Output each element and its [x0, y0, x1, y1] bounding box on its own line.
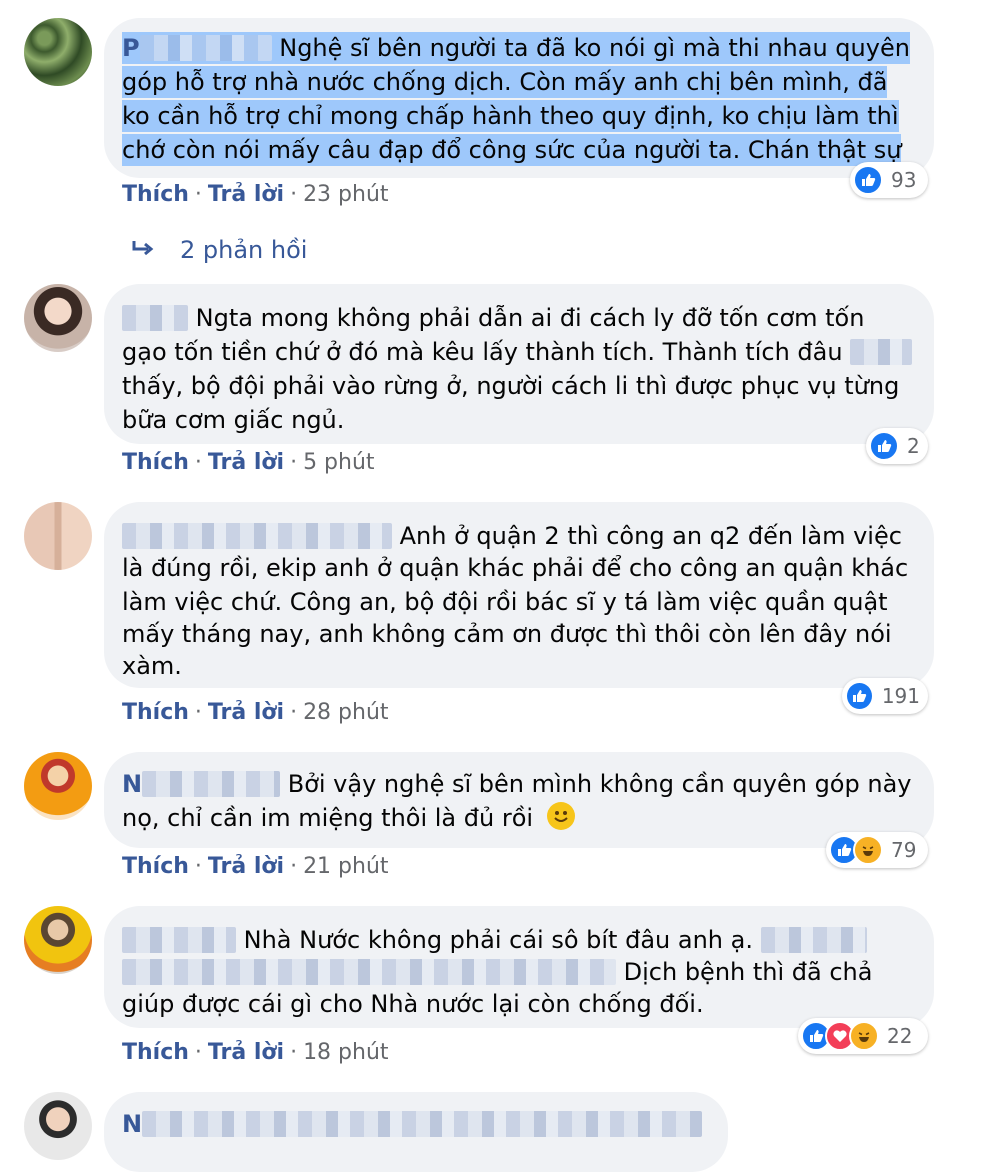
like-link[interactable]: Thích — [122, 854, 189, 879]
commenter-name[interactable]: N — [122, 1110, 142, 1138]
reaction-count: 191 — [881, 684, 920, 708]
comment-time[interactable]: 18 phút — [303, 1040, 388, 1065]
comment-text-line: gạo tốn tiền chứ ở đó mà kêu lấy thành t… — [122, 336, 913, 368]
comment-text-line: Ngta mong không phải dẫn ai đi cách ly đ… — [122, 302, 864, 334]
comment-text-line: Nhà Nước không phải cái sô bít đâu anh ạ… — [122, 924, 867, 956]
reaction-summary[interactable]: 79 — [826, 832, 928, 868]
comment-text-line: N Bởi vậy nghệ sĩ bên mình không cần quy… — [122, 770, 912, 798]
avatar[interactable] — [24, 284, 92, 352]
avatar[interactable] — [24, 502, 92, 570]
commenter-name[interactable]: P — [122, 34, 140, 62]
replies-count-label[interactable]: 2 phản hồi — [180, 236, 307, 264]
like-link[interactable]: Thích — [122, 700, 189, 725]
blurred-text — [142, 1111, 703, 1137]
blurred-word — [850, 339, 913, 365]
like-reaction-icon — [845, 681, 874, 711]
comment-actions: Thích · Trả lời · 28 phút — [122, 700, 389, 725]
reply-link[interactable]: Trả lời — [208, 854, 284, 879]
comment-text-line: giúp được cái gì cho Nhà nước lại còn ch… — [122, 990, 704, 1018]
comment-text-line: chớ còn nói mấy câu đạp đổ công sức của … — [122, 134, 902, 166]
comment-text-line: mấy tháng nay, anh không cảm ơn được thì… — [122, 620, 892, 648]
reaction-count: 79 — [891, 838, 917, 862]
comment-text-line: là đúng rồi, ekip anh ở quận khác phải đ… — [122, 554, 909, 582]
avatar[interactable] — [24, 18, 92, 86]
comment-actions: Thích · Trả lời · 5 phút — [122, 450, 375, 475]
like-link[interactable]: Thích — [122, 450, 189, 475]
blurred-text — [122, 959, 616, 985]
comment-text-line: P Nghệ sĩ bên người ta đã ko nói gì mà t… — [122, 32, 910, 64]
comment-text-line: làm việc chứ. Công an, bộ đội rồi bác sĩ… — [122, 588, 888, 616]
reply-link[interactable]: Trả lời — [208, 450, 284, 475]
haha-reaction-icon — [853, 835, 883, 865]
reaction-summary[interactable]: 22 — [798, 1018, 928, 1054]
reaction-summary[interactable]: 93 — [850, 162, 928, 198]
comment-time[interactable]: 5 phút — [303, 450, 374, 475]
like-link[interactable]: Thích — [122, 1040, 189, 1065]
commenter-name[interactable]: N — [122, 770, 142, 798]
comment-bubble: Anh ở quận 2 thì công an q2 đến làm việc… — [104, 502, 934, 688]
comment-text-line: ko cần hỗ trợ chỉ mong chấp hành theo qu… — [122, 100, 899, 132]
smile-emoji-icon — [546, 802, 575, 830]
comment-time[interactable]: 23 phút — [303, 182, 388, 207]
comment-bubble: Ngta mong không phải dẫn ai đi cách ly đ… — [104, 284, 934, 444]
comment-text-line: Anh ở quận 2 thì công an q2 đến làm việc — [122, 520, 902, 552]
reply-arrow-icon — [132, 241, 154, 256]
blurred-name — [122, 305, 188, 331]
comment-bubble: Nhà Nước không phải cái sô bít đâu anh ạ… — [104, 906, 934, 1028]
haha-reaction-icon — [849, 1021, 879, 1051]
like-reaction-icon — [853, 165, 883, 195]
comment-bubble: N Bởi vậy nghệ sĩ bên mình không cần quy… — [104, 752, 934, 848]
reaction-count: 93 — [891, 168, 917, 192]
comment-time[interactable]: 21 phút — [303, 854, 388, 879]
avatar[interactable] — [24, 752, 92, 820]
reaction-count: 2 — [907, 434, 920, 458]
comment-actions: Thích · Trả lời · 18 phút — [122, 1040, 389, 1065]
comment-time[interactable]: 28 phút — [303, 700, 388, 725]
reaction-summary[interactable]: 191 — [842, 678, 928, 714]
blurred-name — [142, 771, 281, 797]
reaction-summary[interactable]: 2 — [866, 428, 928, 464]
avatar[interactable] — [24, 1092, 92, 1160]
comment-text-line: thấy, bộ đội phải vào rừng ở, người cách… — [122, 372, 900, 400]
avatar[interactable] — [24, 906, 92, 974]
blurred-name — [122, 523, 392, 549]
comment-text-line: xàm. — [122, 652, 182, 680]
comment-bubble: N — [104, 1092, 728, 1172]
comment-text-line: N — [122, 1108, 703, 1140]
comment-text-line: bữa cơm giấc ngủ. — [122, 406, 345, 434]
reply-link[interactable]: Trả lời — [208, 1040, 284, 1065]
reply-link[interactable]: Trả lời — [208, 182, 284, 207]
reply-link[interactable]: Trả lời — [208, 700, 284, 725]
reaction-count: 22 — [887, 1024, 913, 1048]
comment-actions: Thích · Trả lời · 23 phút — [122, 182, 389, 207]
comment-bubble: P Nghệ sĩ bên người ta đã ko nói gì mà t… — [104, 18, 934, 178]
like-link[interactable]: Thích — [122, 182, 189, 207]
like-reaction-icon — [869, 431, 899, 461]
comment-actions: Thích · Trả lời · 21 phút — [122, 854, 389, 879]
blurred-name — [139, 35, 272, 61]
comment-text-line: góp hỗ trợ nhà nước chống dịch. Còn mấy … — [122, 66, 888, 98]
comment-text-line: Dịch bệnh thì đã chả — [122, 956, 872, 988]
comment-text-line: nọ, chỉ cần im miệng thôi là đủ rồi — [122, 802, 575, 834]
view-replies-link[interactable]: 2 phản hồi — [130, 236, 307, 264]
blurred-name — [122, 927, 236, 953]
blurred-text — [760, 927, 867, 953]
